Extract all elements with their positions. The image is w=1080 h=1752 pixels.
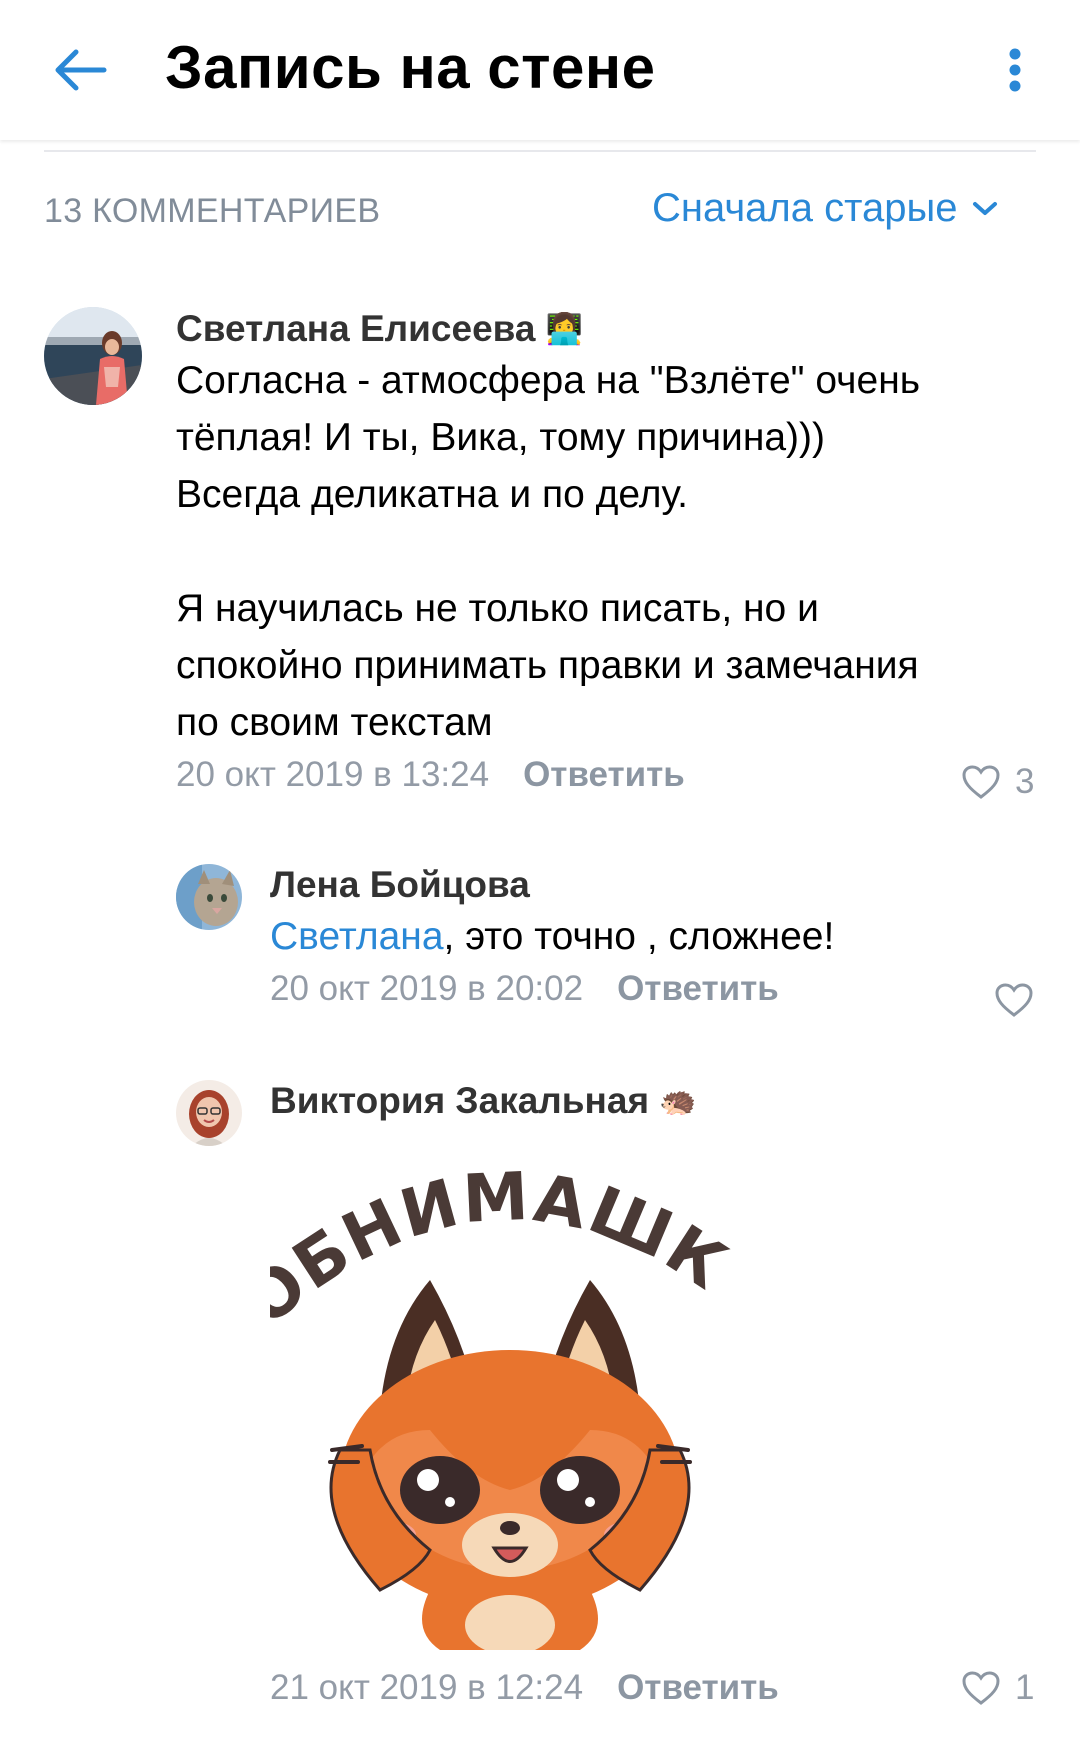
avatar[interactable] [176, 864, 242, 930]
avatar[interactable] [176, 1080, 242, 1146]
author-emoji: 👩‍💻 [545, 312, 583, 346]
comment-meta: 21 окт 2019 в 12:24 Ответить [270, 1668, 779, 1708]
like-button[interactable]: 1 [961, 1668, 1034, 1708]
comment-text: Светлана, это точно , сложнее! [270, 908, 1040, 965]
comment: Светлана Елисеева 👩‍💻 Согласна - атмосфе… [176, 308, 1046, 795]
avatar[interactable] [44, 307, 142, 405]
avatar-photo [176, 1080, 242, 1146]
comment-line: Я научилась не только писать, но и [176, 587, 819, 630]
comment-line: по своим текстам [176, 701, 493, 744]
comment-date: 20 окт 2019 в 13:24 [176, 755, 490, 794]
like-count: 1 [1015, 1668, 1035, 1707]
comments-count: 13 КОММЕНТАРИЕВ [44, 192, 381, 230]
chevron-down-icon [972, 201, 997, 215]
reply-button[interactable]: Ответить [617, 1668, 779, 1708]
page-title: Запись на стене [165, 34, 656, 101]
reply-button[interactable]: Ответить [523, 755, 685, 795]
sticker-caption-text: ОБНИМАШКИ [227, 1087, 741, 1343]
comment-line [176, 523, 1046, 580]
comment-line: Согласна - атмосфера на "Взлёте" очень [176, 359, 921, 402]
fox-sticker-image: ОБНИМАШКИ [227, 1087, 741, 1655]
comment: Виктория Закальная 🦔 [270, 1080, 1040, 1122]
back-button[interactable] [40, 30, 120, 110]
heart-icon [995, 983, 1033, 1017]
heart-icon [962, 1671, 1000, 1705]
arrow-left-icon [55, 49, 107, 91]
like-button[interactable] [994, 982, 1048, 1018]
author-name: Виктория Закальная [270, 1080, 650, 1121]
author-name: Светлана Елисеева [176, 308, 536, 349]
comment-line: тёплая! И ты, Вика, тому причина))) [176, 416, 826, 459]
comment-meta: 20 окт 2019 в 20:02 Ответить [270, 969, 1040, 1009]
like-count: 3 [1015, 762, 1035, 801]
comment-meta: 20 окт 2019 в 13:24 Ответить [176, 755, 1046, 795]
sort-dropdown[interactable]: Сначала старые [652, 186, 998, 231]
author-name: Лена Бойцова [270, 864, 530, 905]
sticker-caption: ОБНИМАШКИ [270, 1150, 741, 1341]
app-header: Запись на стене [0, 0, 1080, 140]
divider [44, 150, 1036, 152]
avatar-photo [176, 864, 242, 930]
comment-author[interactable]: Светлана Елисеева 👩‍💻 [176, 308, 1046, 350]
comment-line: спокойно принимать правки и замечания [176, 644, 919, 687]
like-button[interactable]: 3 [961, 762, 1034, 802]
mention-link[interactable]: Светлана [270, 915, 444, 958]
comment-date: 20 окт 2019 в 20:02 [270, 969, 584, 1008]
comment-text-body: , это точно , сложнее! [443, 915, 835, 958]
comment-text: Согласна - атмосфера на "Взлёте" очень т… [176, 352, 1046, 751]
comment: Лена Бойцова Светлана, это точно , сложн… [270, 864, 1040, 1009]
comment-date: 21 окт 2019 в 12:24 [270, 1668, 584, 1707]
author-emoji: 🦔 [659, 1084, 697, 1118]
heart-icon [962, 765, 1000, 799]
comment-author[interactable]: Лена Бойцова [270, 864, 1040, 906]
reply-button[interactable]: Ответить [617, 969, 779, 1009]
comment-author[interactable]: Виктория Закальная 🦔 [270, 1080, 1040, 1122]
avatar-photo [44, 307, 142, 405]
sort-label: Сначала старые [652, 186, 958, 230]
more-vertical-icon [1009, 48, 1021, 92]
more-button[interactable] [990, 32, 1040, 108]
comment-line: Всегда деликатна и по делу. [176, 473, 688, 516]
sticker[interactable]: ОБНИМАШКИ [227, 1087, 750, 1655]
